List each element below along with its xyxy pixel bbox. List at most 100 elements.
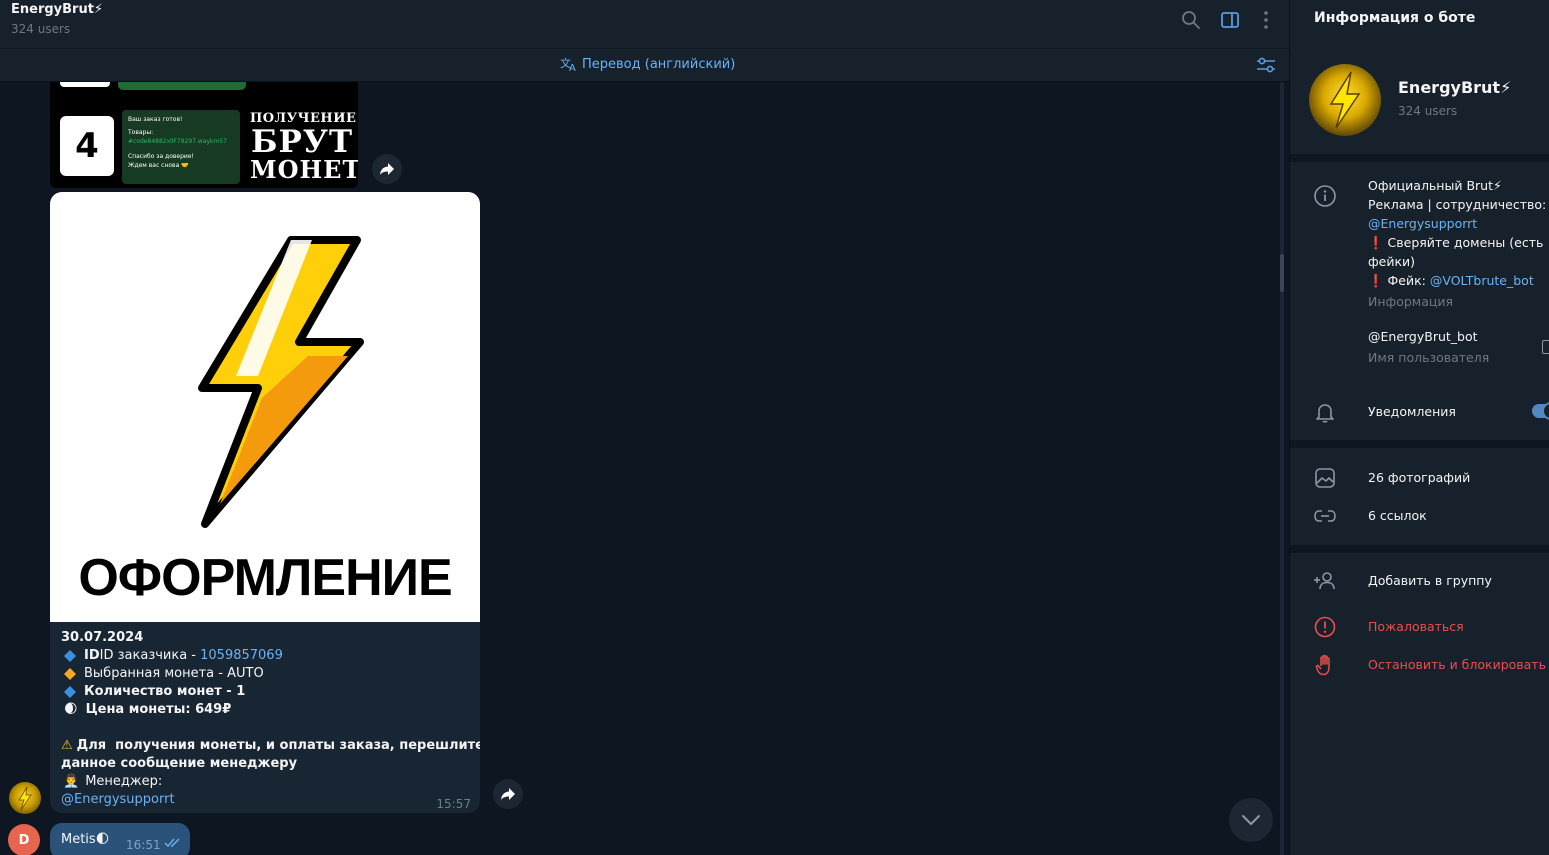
copy-icon[interactable] bbox=[1542, 340, 1549, 354]
translate-button[interactable]: 文A Перевод (английский) bbox=[560, 56, 735, 72]
manager-label: Менеджер: bbox=[85, 774, 163, 789]
bio-link[interactable]: @VOLTbrute_bot bbox=[1430, 273, 1534, 288]
read-check-icon bbox=[164, 838, 180, 848]
scroll-down-button[interactable] bbox=[1229, 798, 1273, 842]
chat-header[interactable]: EnergyBrut⚡ 324 users bbox=[0, 0, 1289, 48]
chevron-down-icon bbox=[1242, 815, 1260, 825]
image-title-line: МОНЕТ bbox=[250, 155, 358, 184]
warning-row: ⚠ Для получения монеты, и оплаты заказа,… bbox=[61, 737, 480, 755]
bio-line: Официальный Brut⚡ bbox=[1368, 178, 1502, 193]
lightning-bolt-icon bbox=[1329, 71, 1361, 129]
report-button[interactable]: Пожаловаться bbox=[1368, 619, 1464, 634]
count-row: Количество монет - 1 bbox=[61, 683, 461, 701]
links-count[interactable]: 6 ссылок bbox=[1368, 508, 1427, 523]
bio-line: ❗ Сверяйте домены (есть bbox=[1368, 235, 1544, 250]
svg-text:A: A bbox=[569, 63, 576, 72]
warning-icon: ⚠ bbox=[61, 738, 73, 753]
coin-label: Выбранная монета - AUTO bbox=[84, 666, 264, 681]
outgoing-message[interactable]: Metis🌓 16:51 bbox=[50, 823, 190, 855]
scrollbar-track[interactable] bbox=[1280, 82, 1284, 855]
forward-button[interactable] bbox=[493, 779, 523, 809]
translate-settings-icon[interactable] bbox=[1256, 56, 1276, 74]
translate-label: Перевод (английский) bbox=[582, 56, 736, 72]
divider bbox=[1290, 545, 1549, 553]
translate-bar: 文A Перевод (английский) bbox=[0, 48, 1289, 82]
lightning-bolt-icon bbox=[18, 786, 32, 811]
image-title: ПОЛУЧЕНИЕ БРУТ МОНЕТ bbox=[250, 112, 358, 184]
message-text[interactable]: 30.07.2024 ID ID заказчика - 1059857069 В… bbox=[61, 629, 480, 809]
message-bubble[interactable]: ОФОРМЛЕНИЕ 30.07.2024 ID ID заказчика - 1… bbox=[50, 192, 480, 813]
customer-id-link[interactable]: 1059857069 bbox=[200, 647, 283, 665]
customer-id-text: ID заказчика - bbox=[99, 648, 201, 663]
forward-icon bbox=[380, 163, 394, 175]
price-label: Цена монеты: 649₽ bbox=[85, 702, 232, 717]
bot-bio[interactable]: Официальный Brut⚡ Реклама | сотрудничест… bbox=[1368, 176, 1549, 290]
bio-line: Реклама | сотрудничество: bbox=[1368, 197, 1547, 212]
scrollbar-thumb[interactable] bbox=[1280, 254, 1284, 292]
phone-line: #code84882xllF78297.waykm57 bbox=[128, 138, 228, 145]
bot-avatar[interactable] bbox=[9, 782, 41, 814]
link-icon bbox=[1314, 510, 1336, 522]
bot-username[interactable]: @EnergyBrut_bot bbox=[1368, 329, 1478, 344]
bell-icon bbox=[1316, 404, 1334, 423]
bio-line: ❗ Фейк: bbox=[1368, 273, 1430, 288]
bio-line: фейки) bbox=[1368, 254, 1416, 269]
telegram-app: EnergyBrut⚡ 324 users 文A Перевод (англий… bbox=[0, 0, 1549, 855]
bot-user-count: 324 users bbox=[1398, 104, 1458, 118]
manager-link[interactable]: @Energysupporrt bbox=[61, 791, 461, 809]
panel-title: Информация о боте bbox=[1314, 10, 1476, 26]
chat-title[interactable]: EnergyBrut⚡ bbox=[11, 2, 103, 17]
info-icon bbox=[1314, 185, 1336, 207]
user-avatar[interactable]: D bbox=[8, 824, 40, 855]
add-user-icon bbox=[1314, 572, 1335, 590]
divider bbox=[1290, 440, 1549, 448]
photo-icon bbox=[1315, 468, 1335, 488]
bot-info-panel: Информация о боте EnergyBrut⚡ 324 users … bbox=[1289, 0, 1549, 855]
step-number: 4 bbox=[60, 116, 114, 176]
block-button[interactable]: Остановить и блокировать bbox=[1368, 657, 1546, 672]
phone-line: Ваш заказ готов! bbox=[128, 116, 183, 123]
outgoing-text: Metis🌓 bbox=[61, 832, 110, 847]
orange-diamond-icon bbox=[63, 667, 77, 681]
translate-icon: 文A bbox=[560, 56, 576, 72]
notifications-toggle[interactable] bbox=[1532, 402, 1549, 420]
photo-fragment bbox=[118, 82, 246, 90]
photo-message-top[interactable]: 4 Ваш заказ готов! Товары: #code84882xll… bbox=[50, 82, 358, 188]
forward-button[interactable] bbox=[372, 154, 402, 184]
more-menu-icon[interactable] bbox=[1256, 10, 1276, 30]
blue-diamond-icon bbox=[63, 649, 77, 663]
block-hand-icon bbox=[1315, 654, 1330, 676]
price-row: 🌒 Цена монеты: 649₽ bbox=[61, 701, 461, 719]
image-title-line: БРУТ bbox=[250, 124, 354, 160]
manager-icon: 👨‍💼 bbox=[63, 774, 80, 789]
chat-messages[interactable]: 4 Ваш заказ готов! Товары: #code84882xll… bbox=[0, 82, 1289, 855]
phone-line: Ждем вас снова 🤝 bbox=[128, 162, 189, 169]
warning-text-2: данное сообщение менеджеру bbox=[61, 756, 298, 771]
username-label: Имя пользователя bbox=[1368, 350, 1490, 365]
customer-id-row: ID ID заказчика - 1059857069 bbox=[61, 647, 461, 665]
manager-row: 👨‍💼 Менеджер: bbox=[61, 773, 461, 791]
photo-fragment bbox=[60, 82, 110, 87]
coin-row: Выбранная монета - AUTO bbox=[61, 665, 461, 683]
info-label: Информация bbox=[1368, 294, 1454, 309]
bio-link[interactable]: @Energysupporrt bbox=[1368, 214, 1549, 233]
report-icon bbox=[1314, 616, 1336, 638]
lightning-bolt-icon bbox=[198, 236, 364, 528]
warning-text: Для получения монеты, и оплаты заказа, п… bbox=[76, 738, 480, 753]
message-photo[interactable]: ОФОРМЛЕНИЕ bbox=[50, 192, 480, 622]
message-time: 15:57 bbox=[436, 797, 471, 811]
sidebar-toggle-icon[interactable] bbox=[1220, 10, 1240, 30]
photos-count[interactable]: 26 фотографий bbox=[1368, 470, 1470, 485]
notifications-label[interactable]: Уведомления bbox=[1368, 404, 1456, 419]
count-label: Количество монет - 1 bbox=[84, 684, 246, 699]
bot-profile-avatar[interactable] bbox=[1309, 64, 1381, 136]
phone-line: Спасибо за доверие! bbox=[128, 153, 194, 160]
outgoing-time: 16:51 bbox=[126, 838, 161, 852]
chat-subtitle: 324 users bbox=[11, 22, 71, 36]
moon-icon: 🌒 bbox=[64, 702, 78, 717]
image-caption: ОФОРМЛЕНИЕ bbox=[78, 549, 452, 607]
phone-line: Товары: bbox=[128, 129, 154, 136]
divider bbox=[1290, 154, 1549, 162]
add-to-group-button[interactable]: Добавить в группу bbox=[1368, 573, 1492, 588]
search-icon[interactable] bbox=[1181, 10, 1201, 30]
